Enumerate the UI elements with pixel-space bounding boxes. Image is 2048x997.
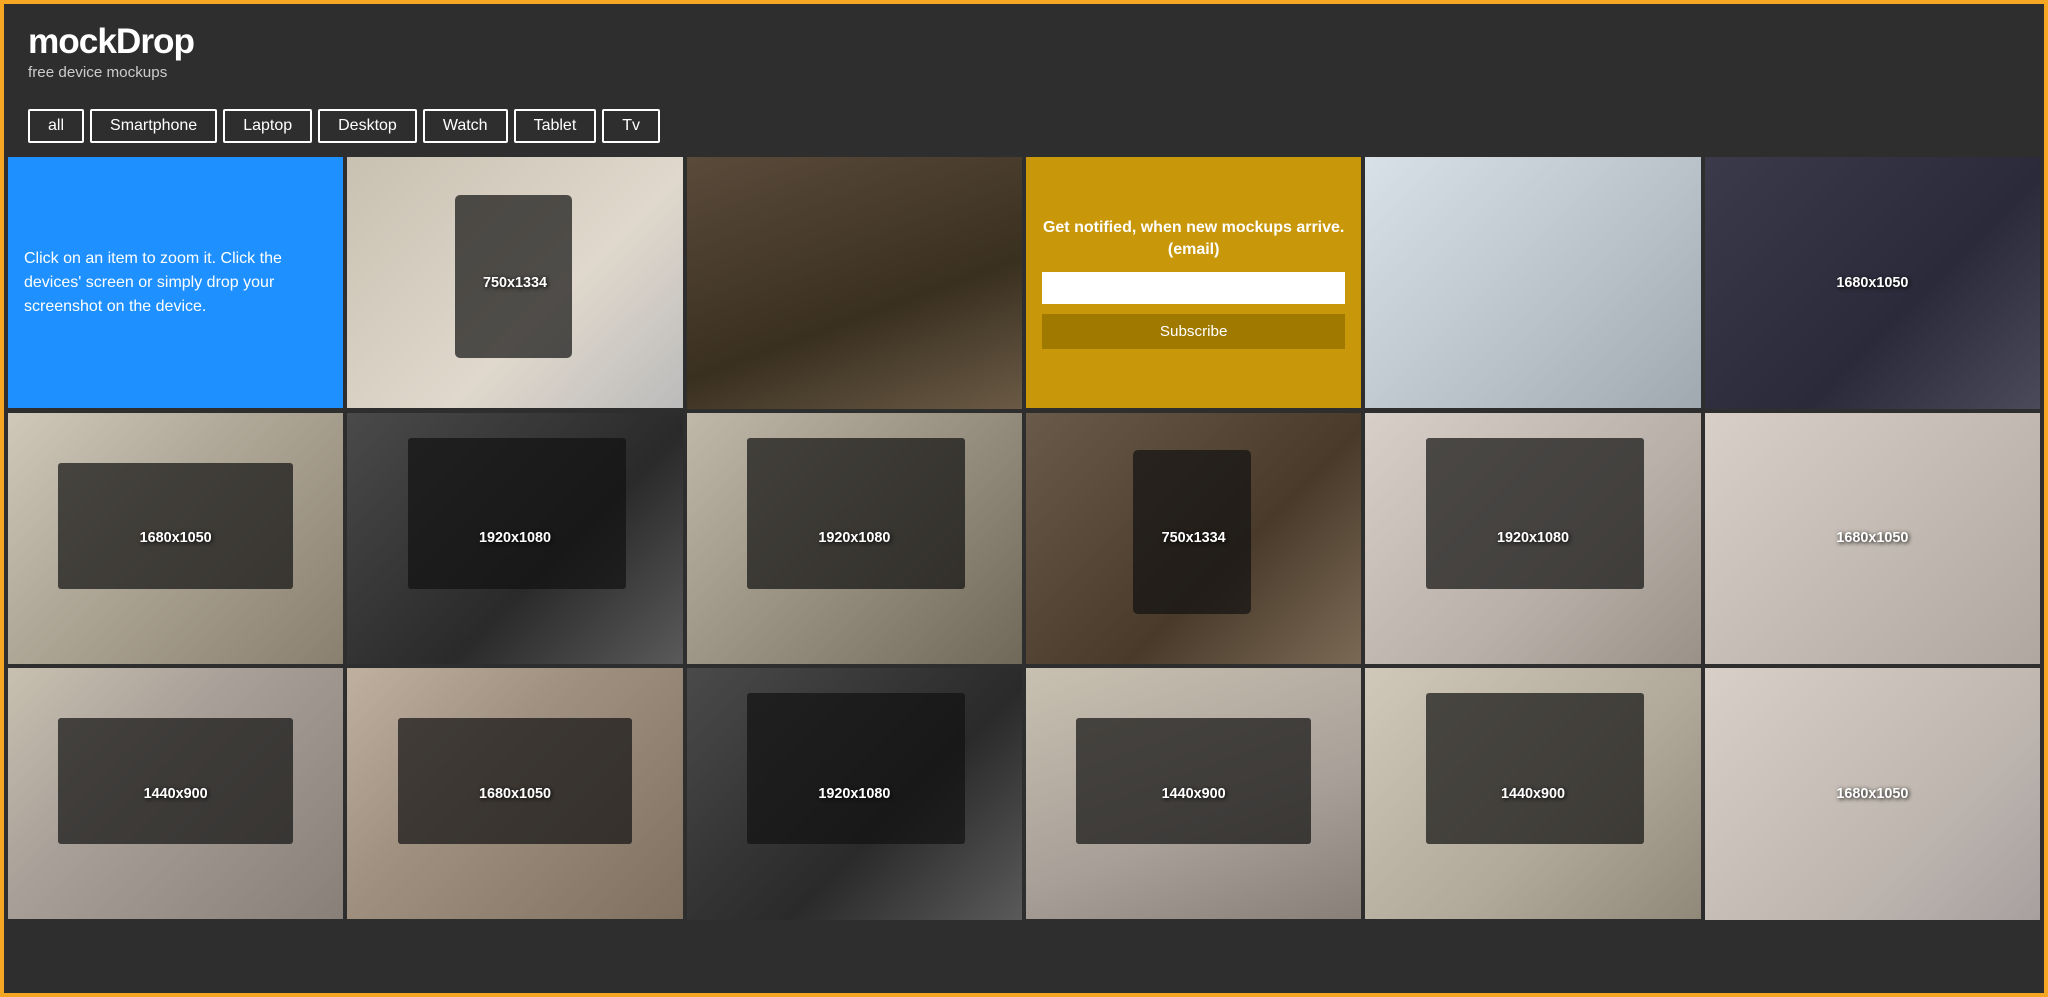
mockup-item[interactable] (1365, 157, 1700, 408)
mockup-item[interactable]: 1680x1050 (8, 413, 343, 664)
site-subtitle: free device mockups (28, 64, 2020, 81)
dimension-label: 1680x1050 (1836, 786, 1908, 802)
mockup-item[interactable]: 1920x1080 (1365, 413, 1700, 664)
filter-btn-tv[interactable]: Tv (602, 109, 660, 143)
filter-btn-tablet[interactable]: Tablet (514, 109, 597, 143)
mockup-item[interactable]: 1680x1050 (1705, 668, 2040, 920)
mockup-item[interactable]: 1920x1080 (687, 668, 1022, 920)
notify-label: Get notified, when new mockups arrive. (… (1042, 217, 1345, 262)
filter-btn-watch[interactable]: Watch (423, 109, 508, 143)
dimension-label: 1920x1080 (818, 530, 890, 546)
dimension-label: 1440x900 (1501, 786, 1565, 802)
dimension-label: 1680x1050 (1836, 275, 1908, 291)
mockup-item[interactable]: 1680x1050 (1705, 157, 2040, 409)
dimension-label: 1920x1080 (1497, 530, 1569, 546)
filter-btn-laptop[interactable]: Laptop (223, 109, 312, 143)
mockup-item[interactable]: 1440x900 (1026, 668, 1361, 919)
dimension-label: 750x1334 (483, 275, 547, 291)
dimension-label: 1440x900 (144, 786, 208, 802)
dimension-label: 1680x1050 (140, 530, 212, 546)
mockup-item[interactable]: 1440x900 (1365, 668, 1700, 919)
dimension-label: 1920x1080 (818, 786, 890, 802)
mockup-item[interactable]: 750x1334 (347, 157, 682, 408)
subscribe-button[interactable]: Subscribe (1042, 314, 1345, 349)
dimension-label: 750x1334 (1162, 530, 1226, 546)
filter-bar: allSmartphoneLaptopDesktopWatchTabletTv (4, 93, 2044, 157)
mockup-item[interactable]: 750x1334 (1026, 413, 1361, 664)
info-box: Click on an item to zoom it. Click the d… (8, 157, 343, 408)
mockup-item[interactable] (687, 157, 1022, 409)
notify-box: Get notified, when new mockups arrive. (… (1026, 157, 1361, 408)
mockup-item[interactable]: 1920x1080 (347, 413, 682, 664)
email-input[interactable] (1042, 272, 1345, 304)
mockup-item[interactable]: 1920x1080 (687, 413, 1022, 665)
mockup-item[interactable]: 1680x1050 (1705, 413, 2040, 665)
mockup-item[interactable]: 1440x900 (8, 668, 343, 919)
dimension-label: 1680x1050 (1836, 530, 1908, 546)
mockup-grid: Click on an item to zoom it. Click the d… (4, 157, 2044, 924)
filter-btn-all[interactable]: all (28, 109, 84, 143)
dimension-label: 1440x900 (1162, 786, 1226, 802)
filter-btn-smartphone[interactable]: Smartphone (90, 109, 217, 143)
mockup-item[interactable]: 1680x1050 (347, 668, 682, 919)
dimension-label: 1680x1050 (479, 786, 551, 802)
site-title: mockDrop (28, 22, 2020, 62)
info-text: Click on an item to zoom it. Click the d… (24, 247, 327, 319)
filter-btn-desktop[interactable]: Desktop (318, 109, 417, 143)
dimension-label: 1920x1080 (479, 530, 551, 546)
